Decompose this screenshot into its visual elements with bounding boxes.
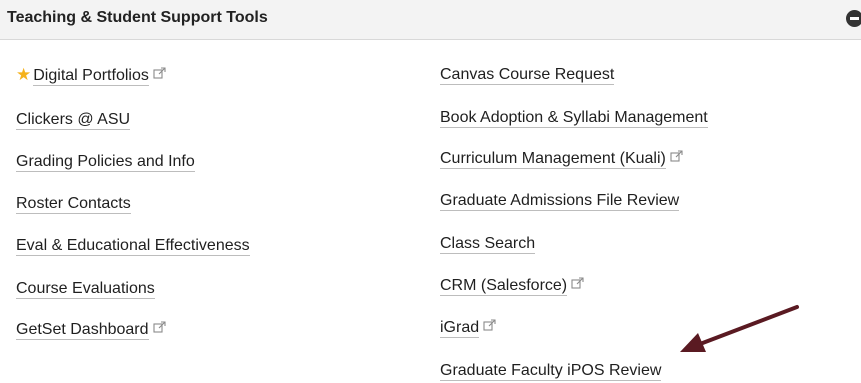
arrow-pointer-icon <box>680 305 799 352</box>
teaching-tools-panel: Teaching & Student Support Tools ★ Digita… <box>0 0 861 383</box>
